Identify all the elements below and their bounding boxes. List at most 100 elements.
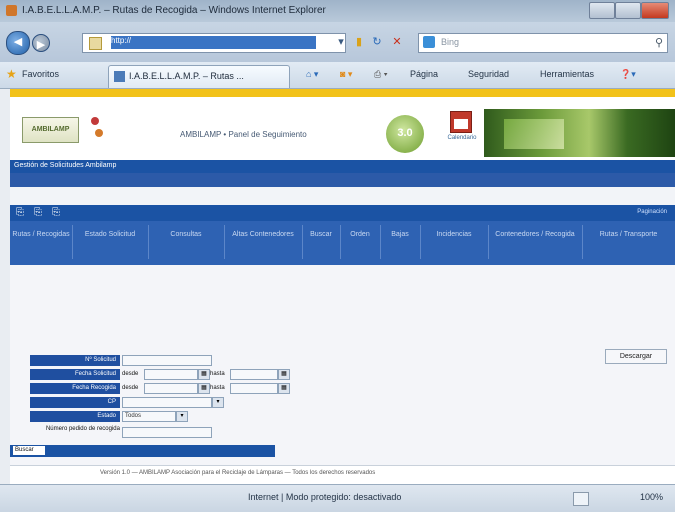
calendar-picker-icon[interactable]: ▦ — [198, 369, 210, 380]
back-arrow-icon: ◀ — [13, 36, 23, 48]
menu-item[interactable]: Estado Solicitud — [72, 225, 149, 259]
tab-current[interactable]: I.A.B.E.L.L.A.M.P. – Rutas ... — [108, 65, 290, 88]
breadcrumb-bar: Gestión de Solicitudes Ambilamp — [10, 160, 675, 173]
tab-grid-icon — [114, 71, 125, 82]
search-box[interactable]: Bing ⚲ — [418, 33, 668, 53]
page-toolbar: ⎘ ⎘ ⎘ Paginación — [10, 205, 675, 221]
partner-logo — [85, 109, 145, 149]
bing-icon — [423, 36, 435, 48]
status-text: Internet | Modo protegido: desactivado — [248, 492, 402, 502]
status-bar: Internet | Modo protegido: desactivado 1… — [0, 484, 675, 512]
status-select[interactable]: Todos — [122, 411, 176, 422]
calendar-picker-icon[interactable]: ▦ — [198, 383, 210, 394]
menu-item[interactable]: Consultas — [148, 225, 225, 259]
title-bar: I.A.B.E.L.L.A.M.P. – Rutas de Recogida –… — [0, 0, 675, 22]
to-label: hasta — [210, 371, 225, 377]
ambilamp-logo[interactable]: AMBILAMP — [22, 117, 79, 143]
footer-text: Versión 1.0 — AMBILAMP Asociación para e… — [100, 470, 376, 476]
request-number-input[interactable] — [122, 355, 212, 366]
header-title: AMBILAMP • Panel de Seguimiento — [180, 130, 307, 139]
home-icon[interactable]: ⌂ ▾ — [306, 69, 318, 80]
postal-code-input[interactable] — [122, 397, 212, 408]
content-area: Descargar Nº Solicitud Fecha Solicitud d… — [10, 265, 675, 465]
security-menu[interactable]: Seguridad — [468, 69, 509, 79]
help-icon[interactable]: ❓▾ — [620, 69, 636, 80]
address-bar[interactable]: http:// — [82, 33, 346, 53]
calendar-icon[interactable] — [450, 111, 472, 133]
new-icon[interactable]: ⎘ — [14, 207, 26, 219]
dropdown-arrow-icon[interactable]: ▾ — [176, 411, 188, 422]
favorites-star-icon[interactable]: ★ — [6, 68, 19, 80]
form-label: CP — [30, 397, 120, 408]
request-date-from-input[interactable] — [144, 369, 198, 380]
favorites-bar: ★ Favoritos I.A.B.E.L.L.A.M.P. – Rutas .… — [0, 62, 675, 89]
minimize-button[interactable] — [589, 2, 615, 19]
address-row: ◀ ▶ http:// ▾ ▮ ↻ ✕ Bing ⚲ — [0, 22, 675, 62]
forward-button[interactable]: ▶ — [32, 34, 50, 52]
refresh-icon[interactable]: ↻ — [370, 35, 384, 49]
form-label: Fecha Recogida — [30, 383, 120, 394]
search-button[interactable]: Buscar — [13, 446, 45, 455]
main-menu: Rutas / Recogidas Estado Solicitud Consu… — [10, 221, 675, 265]
pickup-date-from-input[interactable] — [144, 383, 198, 394]
top-accent-bar — [10, 89, 675, 97]
calendar-picker-icon[interactable]: ▦ — [278, 369, 290, 380]
breadcrumb: Gestión de Solicitudes Ambilamp — [14, 162, 117, 169]
to-label: hasta — [210, 385, 225, 391]
form-label: Estado — [30, 411, 120, 422]
browser-app-icon — [6, 5, 17, 16]
edit-icon[interactable]: ⎘ — [32, 207, 44, 219]
stop-icon[interactable]: ✕ — [390, 35, 404, 49]
tools-menu[interactable]: Herramientas — [540, 69, 594, 79]
from-label: desde — [122, 371, 139, 377]
tab-label: I.A.B.E.L.L.A.M.P. – Rutas ... — [129, 71, 244, 81]
dropdown-icon[interactable]: ▾ — [334, 35, 348, 49]
zoom-level[interactable]: 100% — [640, 492, 663, 502]
feeds-icon[interactable]: ◙ ▾ — [340, 69, 352, 80]
window-title: I.A.B.E.L.L.A.M.P. – Rutas de Recogida –… — [22, 5, 326, 16]
dropdown-arrow-icon[interactable]: ▾ — [212, 397, 224, 408]
back-button[interactable]: ◀ — [6, 31, 30, 55]
logo-dot — [91, 117, 99, 125]
search-icon[interactable]: ⚲ — [655, 36, 663, 49]
gear-logo-icon: 3.0 — [386, 115, 424, 153]
search-placeholder: Bing — [441, 37, 460, 47]
calendar-caption[interactable]: Calendario — [442, 135, 482, 141]
delete-icon[interactable]: ⎘ — [50, 207, 62, 219]
download-button[interactable]: Descargar — [605, 349, 667, 364]
form-label: Fecha Solicitud — [30, 369, 120, 380]
form-label: Nº Solicitud — [30, 355, 120, 366]
toolbar-right-text: Paginación — [637, 209, 667, 215]
results-bar: Buscar — [10, 445, 275, 457]
menu-item[interactable]: Rutas / Recogidas — [10, 225, 73, 259]
url-text: http:// — [111, 36, 316, 49]
compatibility-icon[interactable]: ▮ — [352, 35, 366, 49]
print-icon[interactable]: ⎙ ▾ — [374, 69, 387, 80]
browser-window: I.A.B.E.L.L.A.M.P. – Rutas de Recogida –… — [0, 0, 675, 512]
favorites-label[interactable]: Favoritos — [22, 69, 59, 79]
pickup-order-input[interactable] — [122, 427, 212, 438]
spacer-band — [10, 187, 675, 205]
menu-item[interactable]: Rutas / Transporte — [582, 225, 675, 259]
maximize-button[interactable] — [615, 2, 641, 19]
menu-item[interactable]: Buscar — [302, 225, 341, 259]
request-date-to-input[interactable] — [230, 369, 278, 380]
page-menu[interactable]: Página — [410, 69, 438, 79]
extra-label: Número pedido de recogida — [45, 426, 120, 432]
pickup-date-to-input[interactable] — [230, 383, 278, 394]
menu-item[interactable]: Incidencias — [420, 225, 489, 259]
search-form: Nº Solicitud Fecha Solicitud desde ▦ has… — [30, 355, 290, 455]
close-button[interactable] — [641, 2, 669, 19]
logo-dot — [95, 129, 103, 137]
forward-arrow-icon: ▶ — [36, 39, 46, 51]
menu-item[interactable]: Altas Contenedores — [224, 225, 303, 259]
menu-item[interactable]: Bajas — [380, 225, 421, 259]
menu-item[interactable]: Contenedores / Recogida — [488, 225, 583, 259]
web-page: AMBILAMP AMBILAMP • Panel de Seguimiento… — [10, 89, 675, 485]
page-icon — [89, 37, 102, 50]
calendar-picker-icon[interactable]: ▦ — [278, 383, 290, 394]
security-zone-icon[interactable] — [573, 492, 589, 506]
gear-logo-text: 3.0 — [397, 127, 413, 139]
header-banner-image — [484, 109, 675, 157]
menu-item[interactable]: Orden — [340, 225, 381, 259]
